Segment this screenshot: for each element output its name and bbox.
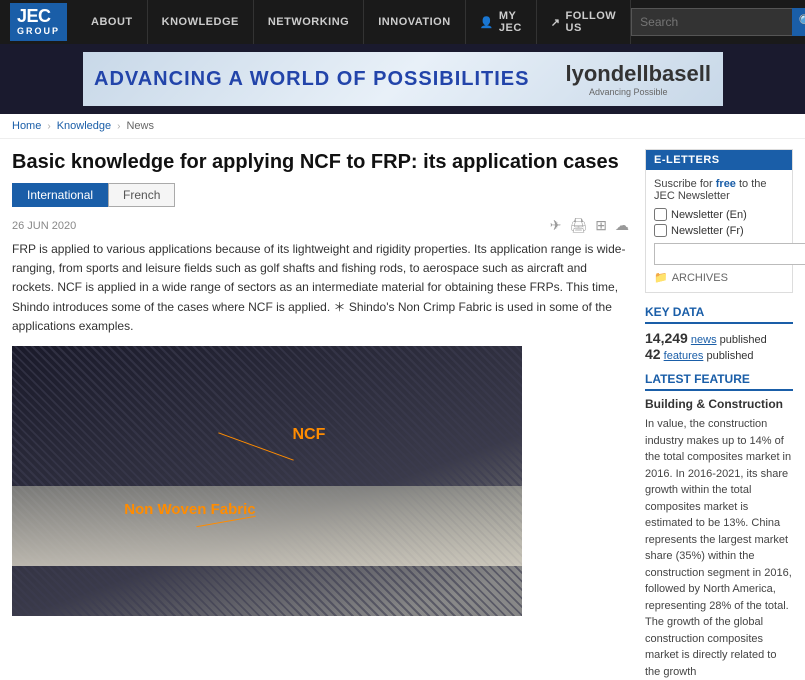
search-button[interactable]: 🔍 xyxy=(792,8,805,36)
breadcrumb-knowledge[interactable]: Knowledge xyxy=(57,120,111,132)
banner-sub: Advancing Possible xyxy=(545,87,711,97)
breadcrumb: Home › Knowledge › News xyxy=(0,114,805,139)
logo-area[interactable]: jec GROUP xyxy=(0,0,77,44)
email-row: OK xyxy=(654,243,784,265)
ncf-label: NCF xyxy=(293,426,326,444)
features-link[interactable]: features xyxy=(664,350,704,362)
nav-items: ABOUT KNOWLEDGE NETWORKING INNOVATION 👤 … xyxy=(77,0,631,44)
tab-french[interactable]: French xyxy=(108,183,175,207)
newsletter-fr-row: Newsletter (Fr) xyxy=(654,224,784,237)
archives-label: ARCHIVES xyxy=(672,272,728,284)
email-input[interactable] xyxy=(654,243,805,265)
nav-follow-us[interactable]: ↗ FOLLOW US xyxy=(537,0,631,44)
logo[interactable]: jec GROUP xyxy=(10,3,67,41)
search-icon: 🔍 xyxy=(799,14,805,30)
person-icon: 👤 xyxy=(480,16,494,29)
navbar: jec GROUP ABOUT KNOWLEDGE NETWORKING INN… xyxy=(0,0,805,44)
features-count-row: 42 features published xyxy=(645,346,793,362)
article-meta: 26 JUN 2020 ✈ 🖨 ⊞ ☁ xyxy=(12,217,629,234)
feature-title: Building & Construction xyxy=(645,397,793,411)
nav-search: 🔍 xyxy=(631,8,805,36)
newsletter-fr-checkbox[interactable] xyxy=(654,224,667,237)
eletter-desc-pre: Suscribe for xyxy=(654,178,716,190)
eletter-desc-free: free xyxy=(716,178,736,190)
lang-tabs: International French xyxy=(12,183,629,207)
breadcrumb-news: News xyxy=(126,120,154,132)
latest-feature-header: LATEST FEATURE xyxy=(645,372,793,391)
article-col: Basic knowledge for applying NCF to FRP:… xyxy=(12,139,629,680)
article-date: 26 JUN 2020 xyxy=(12,220,76,232)
share-meta-icon[interactable]: ✈ xyxy=(550,217,562,234)
article-title: Basic knowledge for applying NCF to FRP:… xyxy=(12,149,629,175)
newsletter-en-checkbox[interactable] xyxy=(654,208,667,221)
newsletter-en-row: Newsletter (En) xyxy=(654,208,784,221)
share-icon: ↗ xyxy=(551,16,561,29)
logo-jec: jec xyxy=(17,7,60,27)
search-input[interactable] xyxy=(632,15,792,29)
news-link[interactable]: news xyxy=(691,334,717,346)
banner: ADVANCING A WORLD OF POSSIBILITIES lyond… xyxy=(0,44,805,114)
grid-icon[interactable]: ⊞ xyxy=(595,217,607,234)
banner-text: ADVANCING A WORLD OF POSSIBILITIES xyxy=(94,68,529,91)
sidebar: E-LETTERS Suscribe for free to the JEC N… xyxy=(645,139,793,680)
news-count: 14,249 xyxy=(645,330,688,346)
banner-inner: ADVANCING A WORLD OF POSSIBILITIES lyond… xyxy=(83,52,723,106)
print-icon[interactable]: 🖨 xyxy=(569,217,587,234)
news-suffix-text: published xyxy=(720,334,767,346)
meta-icons: ✈ 🖨 ⊞ ☁ xyxy=(550,217,629,234)
news-count-row: 14,249 news published xyxy=(645,330,793,346)
newsletter-fr-label: Newsletter (Fr) xyxy=(671,225,744,237)
nav-innovation[interactable]: INNOVATION xyxy=(364,0,465,44)
nav-follow-us-label: FOLLOW US xyxy=(566,10,617,34)
article-body: FRP is applied to various applications b… xyxy=(12,240,629,336)
search-box: 🔍 xyxy=(631,8,805,36)
feature-body: In value, the construction industry make… xyxy=(645,416,793,680)
key-data-section: KEY DATA 14,249 news published 42 featur… xyxy=(645,305,793,362)
eletters-box: E-LETTERS Suscribe for free to the JEC N… xyxy=(645,149,793,293)
nav-my-jec-label: MY JEC xyxy=(499,10,522,34)
fabric-texture xyxy=(12,346,522,616)
main-container: Basic knowledge for applying NCF to FRP:… xyxy=(0,139,805,680)
newsletter-en-label: Newsletter (En) xyxy=(671,209,747,221)
breadcrumb-home[interactable]: Home xyxy=(12,120,41,132)
features-count: 42 xyxy=(645,346,661,362)
banner-brand: lyondellbasell xyxy=(565,61,711,86)
logo-group: GROUP xyxy=(17,27,60,37)
fabric-light xyxy=(12,486,522,566)
key-data-body: 14,249 news published 42 features publis… xyxy=(645,330,793,362)
eletters-body: Suscribe for free to the JEC Newsletter … xyxy=(646,170,792,292)
breadcrumb-sep-1: › xyxy=(47,121,50,132)
nav-about[interactable]: ABOUT xyxy=(77,0,148,44)
nwf-label: Non Woven Fabric xyxy=(124,501,255,518)
nav-knowledge[interactable]: KNOWLEDGE xyxy=(148,0,254,44)
nav-networking[interactable]: NETWORKING xyxy=(254,0,364,44)
rss-icon[interactable]: ☁ xyxy=(615,217,629,234)
breadcrumb-sep-2: › xyxy=(117,121,120,132)
features-suffix-text: published xyxy=(706,350,753,362)
archives-link[interactable]: 📁 ARCHIVES xyxy=(654,271,784,284)
nav-my-jec[interactable]: 👤 MY JEC xyxy=(466,0,537,44)
key-data-header: KEY DATA xyxy=(645,305,793,324)
eletters-header: E-LETTERS xyxy=(646,150,792,170)
article-image: NCF Non Woven Fabric xyxy=(12,346,522,616)
tab-international[interactable]: International xyxy=(12,183,108,207)
archive-icon: 📁 xyxy=(654,271,668,284)
eletter-desc: Suscribe for free to the JEC Newsletter xyxy=(654,178,784,202)
